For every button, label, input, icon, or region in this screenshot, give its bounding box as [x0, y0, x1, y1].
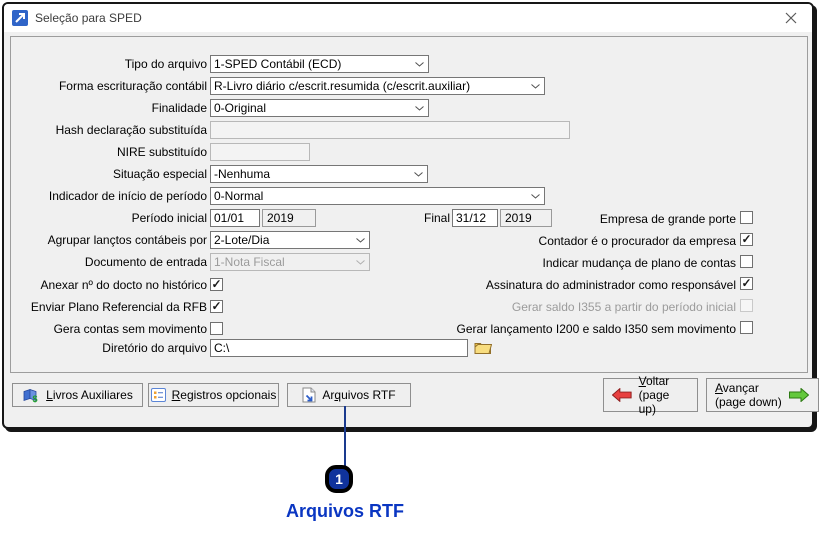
registros-opcionais-button[interactable]: Registros opcionais [148, 383, 279, 407]
tipo-do-arquivo-value: 1-SPED Contábil (ECD) [214, 57, 342, 71]
chevron-down-icon [531, 194, 540, 199]
voltar-label: Voltar (page up) [638, 374, 670, 416]
arquivos-rtf-button[interactable]: Arquivos RTF [287, 383, 411, 407]
contador-procurador-label: Contador é o procurador da empresa [538, 234, 736, 248]
periodo-inicial-label: Período inicial [131, 211, 207, 225]
periodo-inicial-ano-input[interactable]: 2019 [262, 209, 316, 227]
indicar-mudanca-label: Indicar mudança de plano de contas [542, 256, 736, 270]
nire-input [210, 143, 310, 161]
forma-escrituracao-select[interactable]: R-Livro diário c/escrit.resumida (c/escr… [210, 77, 545, 95]
diretorio-value: C:\ [214, 341, 230, 355]
checkmark: ✓ [211, 277, 222, 291]
documento-entrada-select: 1-Nota Fiscal [210, 253, 370, 271]
gerar-saldo-i355-checkbox [740, 299, 753, 312]
dialog-titlebar: Seleção para SPED [4, 4, 812, 32]
app-icon [12, 10, 28, 26]
sped-dialog: Seleção para SPED Tipo do arquivo 1-SPED… [2, 2, 819, 429]
agrupar-lanctos-select[interactable]: 2-Lote/Dia [210, 231, 370, 249]
periodo-inicial-dia-value: 01/01 [214, 211, 245, 225]
checkmark: ✓ [741, 276, 752, 290]
avancar-button[interactable]: Avançar (page down) [706, 378, 819, 412]
livros-auxiliares-button[interactable]: $ Livros Auxiliares [12, 383, 143, 407]
annotation-label: Arquivos RTF [285, 501, 404, 521]
document-icon [302, 387, 316, 403]
finalidade-select[interactable]: 0-Original [210, 99, 429, 117]
gerar-lancamento-i200-label: Gerar lançamento I200 e saldo I350 sem m… [456, 322, 736, 336]
arrow-left-icon [612, 388, 632, 402]
documento-entrada-label: Documento de entrada [84, 255, 207, 269]
documento-entrada-value: 1-Nota Fiscal [214, 255, 285, 269]
folder-icon [474, 343, 493, 354]
avancar-label: Avançar (page down) [715, 381, 782, 409]
dialog-title: Seleção para SPED [35, 11, 142, 25]
empresa-grande-porte-label: Empresa de grande porte [599, 212, 736, 226]
chevron-down-icon [356, 238, 365, 243]
agrupar-lanctos-label: Agrupar lançtos contábeis por [47, 233, 207, 247]
chevron-down-icon [415, 62, 424, 67]
indicador-inicio-label: Indicador de início de período [48, 189, 207, 203]
nire-label: NIRE substituído [116, 145, 207, 159]
tipo-do-arquivo-label: Tipo do arquivo [124, 57, 207, 71]
indicar-mudanca-checkbox[interactable] [740, 255, 753, 268]
chevron-down-icon [356, 260, 365, 265]
periodo-inicial-ano-value: 2019 [267, 211, 294, 225]
assinatura-administrador-checkbox[interactable]: ✓ [740, 277, 753, 290]
gerar-lancamento-i200-checkbox[interactable] [740, 321, 753, 334]
enviar-plano-checkbox[interactable]: ✓ [210, 300, 223, 313]
empresa-grande-porte-checkbox[interactable] [740, 211, 753, 224]
voltar-button[interactable]: Voltar (page up) [603, 374, 698, 416]
diretorio-input[interactable]: C:\ [210, 339, 468, 357]
chevron-down-icon [414, 172, 423, 177]
checkmark: ✓ [211, 299, 222, 313]
situacao-especial-value: -Nenhuma [214, 167, 271, 181]
agrupar-lanctos-value: 2-Lote/Dia [214, 233, 270, 247]
screenshot-canvas: Seleção para SPED Tipo do arquivo 1-SPED… [0, 0, 830, 543]
chevron-down-icon [531, 84, 540, 89]
books-icon: $ [23, 388, 38, 403]
situacao-especial-label: Situação especial [112, 167, 207, 181]
callout-line [344, 406, 346, 468]
finalidade-value: 0-Original [214, 101, 267, 115]
arquivos-rtf-label: Arquivos RTF [322, 388, 396, 402]
list-icon [150, 388, 166, 402]
gera-contas-label: Gera contas sem movimento [53, 322, 207, 336]
situacao-especial-select[interactable]: -Nenhuma [210, 165, 428, 183]
forma-escrituracao-label: Forma escrituração contábil [58, 79, 207, 93]
tipo-do-arquivo-select[interactable]: 1-SPED Contábil (ECD) [210, 55, 429, 73]
enviar-plano-label: Enviar Plano Referencial da RFB [30, 300, 207, 314]
browse-folder-button[interactable] [474, 340, 493, 356]
forma-escrituracao-value: R-Livro diário c/escrit.resumida (c/escr… [214, 79, 471, 93]
indicador-inicio-select[interactable]: 0-Normal [210, 187, 545, 205]
livros-auxiliares-label: Livros Auxiliares [46, 388, 133, 402]
chevron-down-icon [415, 106, 424, 111]
hash-declaracao-input [210, 121, 570, 139]
annotation-step-number: 1 [335, 471, 343, 487]
anexar-docto-label: Anexar nº do docto no histórico [40, 278, 207, 292]
gerar-saldo-i355-label: Gerar saldo I355 a partir do período ini… [511, 300, 736, 314]
periodo-inicial-dia-input[interactable]: 01/01 [210, 209, 260, 227]
hash-declaracao-label: Hash declaração substituída [55, 123, 207, 137]
close-button[interactable] [780, 8, 802, 28]
registros-opcionais-label: Registros opcionais [171, 388, 277, 402]
arrow-right-icon [788, 388, 809, 402]
assinatura-administrador-label: Assinatura do administrador como respons… [485, 278, 736, 292]
checkmark: ✓ [741, 232, 752, 246]
diretorio-label: Diretório do arquivo [102, 341, 207, 355]
gera-contas-checkbox[interactable] [210, 322, 223, 335]
finalidade-label: Finalidade [151, 101, 207, 115]
indicador-inicio-value: 0-Normal [214, 189, 264, 203]
annotation-step-badge: 1 [325, 465, 353, 493]
svg-text:$: $ [33, 394, 38, 403]
anexar-docto-checkbox[interactable]: ✓ [210, 278, 223, 291]
close-icon [785, 12, 797, 24]
contador-procurador-checkbox[interactable]: ✓ [740, 233, 753, 246]
